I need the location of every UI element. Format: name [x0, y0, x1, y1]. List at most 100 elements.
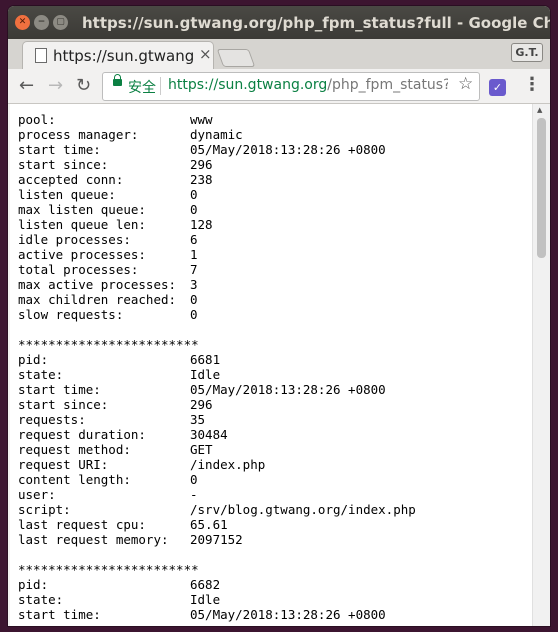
separator-line: ************************ — [18, 337, 199, 352]
status-value: Idle — [190, 592, 221, 607]
status-key: process manager: — [18, 127, 139, 142]
status-key: slow requests: — [18, 307, 124, 322]
maximize-window-button[interactable]: ▢ — [53, 15, 68, 30]
status-value: /srv/blog.gtwang.org/index.php — [190, 502, 416, 517]
url-scheme: https:// — [168, 77, 219, 93]
status-key: total processes: — [18, 262, 139, 277]
status-value: 05/May/2018:13:28:26 +0800 — [190, 607, 386, 622]
status-row: start time: 05/May/2018:13:28:26 +0800 — [18, 607, 532, 622]
status-row: listen queue len: 128 — [18, 217, 532, 232]
status-value: 0 — [190, 187, 198, 202]
status-value: 7 — [190, 262, 198, 277]
minimize-window-button[interactable]: − — [34, 15, 49, 30]
status-key: pid: — [18, 352, 49, 367]
address-bar[interactable]: 安全 https://sun.gtwang.org/php_fpm_status… — [102, 72, 480, 101]
status-value: 238 — [190, 172, 213, 187]
status-value: 65.61 — [190, 517, 228, 532]
status-row: last request cpu: 65.61 — [18, 517, 532, 532]
status-row: process manager: dynamic — [18, 127, 532, 142]
status-value: 6 — [190, 232, 198, 247]
status-key: request URI: — [18, 457, 109, 472]
new-tab-button[interactable] — [216, 49, 256, 67]
toolbar: ← → ↻ 安全 https://sun.gtwang.org/php_fpm_… — [8, 69, 550, 104]
status-value: 05/May/2018:13:28:26 +0800 — [190, 142, 386, 157]
status-value: 0 — [190, 472, 198, 487]
status-key: start time: — [18, 607, 101, 622]
status-row: pid: 6681 — [18, 352, 532, 367]
status-key: listen queue: — [18, 187, 116, 202]
status-key: request method: — [18, 442, 131, 457]
status-key: max active processes: — [18, 277, 177, 292]
status-key: start since: — [18, 397, 109, 412]
status-key: pid: — [18, 577, 49, 592]
status-key: accepted conn: — [18, 172, 124, 187]
status-row: state: Idle — [18, 367, 532, 382]
reload-icon[interactable]: ↻ — [76, 75, 91, 96]
status-value: GET — [190, 442, 213, 457]
page-content: pool: www process manager: dynamic start tim… — [10, 104, 532, 626]
status-row: start time: 05/May/2018:13:28:26 +0800 — [18, 382, 532, 397]
status-key: last request cpu: — [18, 517, 146, 532]
window-title: https://sun.gtwang.org/php_fpm_status?fu… — [82, 14, 550, 32]
status-text: pool: www process manager: dynamic start tim… — [10, 104, 532, 622]
status-value: 296 — [190, 157, 213, 172]
status-row: slow requests: 0 — [18, 307, 532, 322]
status-key: start time: — [18, 142, 101, 157]
url-text[interactable]: https://sun.gtwang.org/php_fpm_status?..… — [168, 77, 448, 93]
status-key: request duration: — [18, 427, 146, 442]
tab-php-fpm-status[interactable]: https://sun.gtwang × — [22, 41, 214, 70]
status-value: - — [190, 487, 198, 502]
status-row: start time: 05/May/2018:13:28:26 +0800 — [18, 142, 532, 157]
extension-icon[interactable]: ✓ — [489, 79, 506, 96]
status-row: pid: 6682 — [18, 577, 532, 592]
status-value: 2097152 — [190, 532, 243, 547]
status-value: Idle — [190, 367, 221, 382]
status-row: max active processes: 3 — [18, 277, 532, 292]
status-value: 1 — [190, 247, 198, 262]
status-key: user: — [18, 487, 56, 502]
status-value: 0 — [190, 292, 198, 307]
status-value: 3 — [190, 277, 198, 292]
title-bar: ✕ − ▢ https://sun.gtwang.org/php_fpm_sta… — [8, 6, 550, 39]
status-value: 0 — [190, 307, 198, 322]
bookmark-star-icon[interactable]: ☆ — [458, 74, 473, 94]
profile-button[interactable]: G.T. — [511, 43, 543, 62]
scroll-up-icon[interactable]: ▲ — [537, 106, 542, 114]
close-window-button[interactable]: ✕ — [15, 15, 30, 30]
lock-icon[interactable] — [113, 74, 122, 86]
secure-label[interactable]: 安全 — [128, 77, 156, 97]
status-row: max listen queue: 0 — [18, 202, 532, 217]
status-row: start since: 296 — [18, 397, 532, 412]
status-key: active processes: — [18, 247, 146, 262]
status-row: max children reached: 0 — [18, 292, 532, 307]
status-value: 05/May/2018:13:28:26 +0800 — [190, 382, 386, 397]
back-arrow-icon[interactable]: ← — [19, 75, 34, 96]
status-value: 30484 — [190, 427, 228, 442]
status-key: state: — [18, 592, 64, 607]
status-row: accepted conn: 238 — [18, 172, 532, 187]
status-row: requests: 35 — [18, 412, 532, 427]
status-value: 6681 — [190, 352, 221, 367]
vertical-scrollbar[interactable]: ▲ — [532, 104, 550, 626]
url-host: sun.gtwang.org — [218, 77, 328, 93]
tab-close-icon[interactable]: × — [199, 45, 212, 63]
status-row: user: - — [18, 487, 532, 502]
status-key: start since: — [18, 157, 109, 172]
status-value: 128 — [190, 217, 213, 232]
status-key: content length: — [18, 472, 131, 487]
status-value: 6682 — [190, 577, 221, 592]
status-value: www — [190, 112, 213, 127]
status-key: requests: — [18, 412, 86, 427]
scrollbar-thumb[interactable] — [537, 118, 546, 258]
status-key: listen queue len: — [18, 217, 146, 232]
forward-arrow-icon[interactable]: → — [48, 75, 63, 96]
status-row: last request memory: 2097152 — [18, 532, 532, 547]
menu-kebab-icon[interactable]: ⋮ — [523, 74, 541, 95]
status-row: total processes: 7 — [18, 262, 532, 277]
status-key: script: — [18, 502, 71, 517]
status-row: listen queue: 0 — [18, 187, 532, 202]
status-row: state: Idle — [18, 592, 532, 607]
status-key: max listen queue: — [18, 202, 146, 217]
